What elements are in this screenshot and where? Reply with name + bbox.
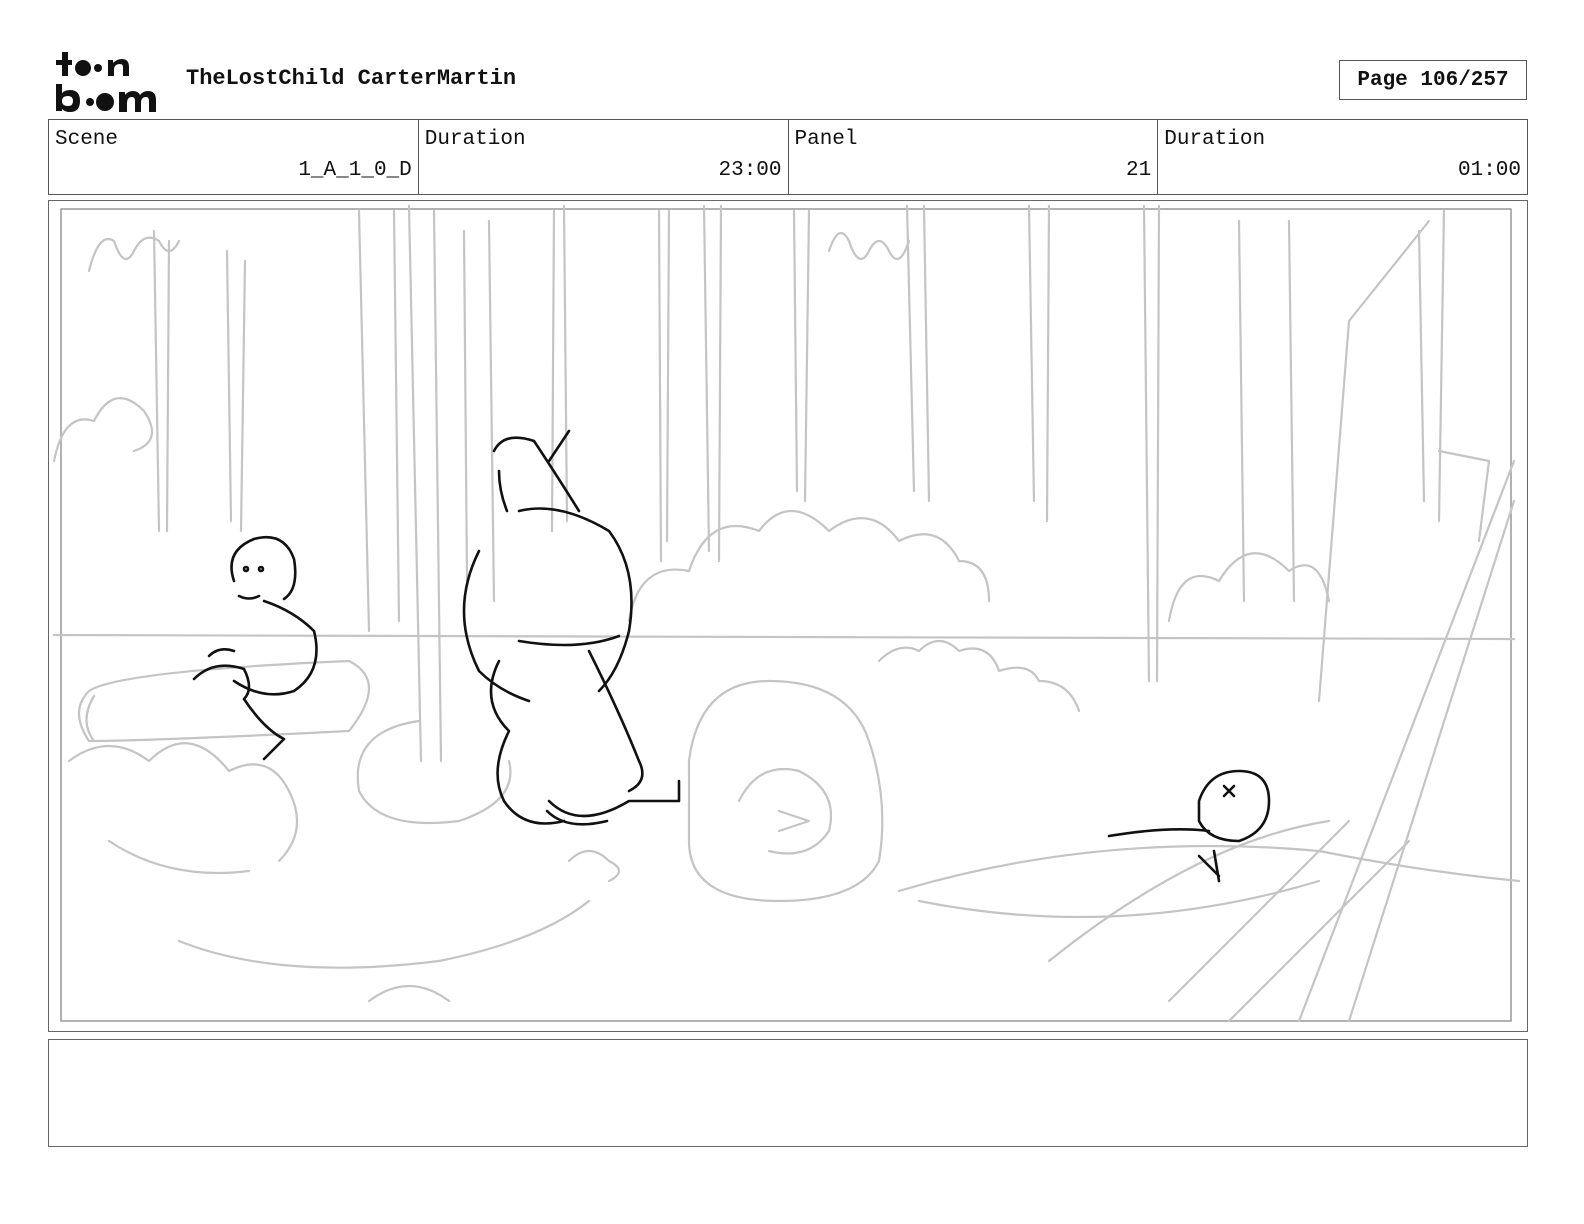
page-indicator: Page 106/257 (1339, 60, 1527, 100)
panel-label: Panel (794, 128, 858, 151)
storyboard-panel (48, 200, 1528, 1032)
panel-notes-box (48, 1039, 1528, 1147)
scene-info-bar: Scene 1_A_1_0_D Duration 23:00 Panel 21 … (48, 119, 1528, 195)
scene-label: Scene (55, 128, 119, 151)
scene-duration-label: Duration (424, 128, 526, 151)
panel-duration-value: 01:00 (1457, 159, 1521, 182)
document-title: TheLostChild CarterMartin (186, 66, 517, 91)
panel-duration-label: Duration (1164, 128, 1266, 151)
panel-value: 21 (1126, 159, 1152, 182)
scene-duration-cell: Duration 23:00 (419, 120, 789, 194)
panel-cell: Panel 21 (789, 120, 1159, 194)
scene-cell: Scene 1_A_1_0_D (49, 120, 419, 194)
scene-duration-value: 23:00 (718, 159, 782, 182)
panel-duration-cell: Duration 01:00 (1158, 120, 1527, 194)
scene-value: 1_A_1_0_D (298, 159, 412, 182)
toon-boom-logo (50, 50, 165, 112)
storyboard-sketch-icon (52, 204, 1521, 1023)
